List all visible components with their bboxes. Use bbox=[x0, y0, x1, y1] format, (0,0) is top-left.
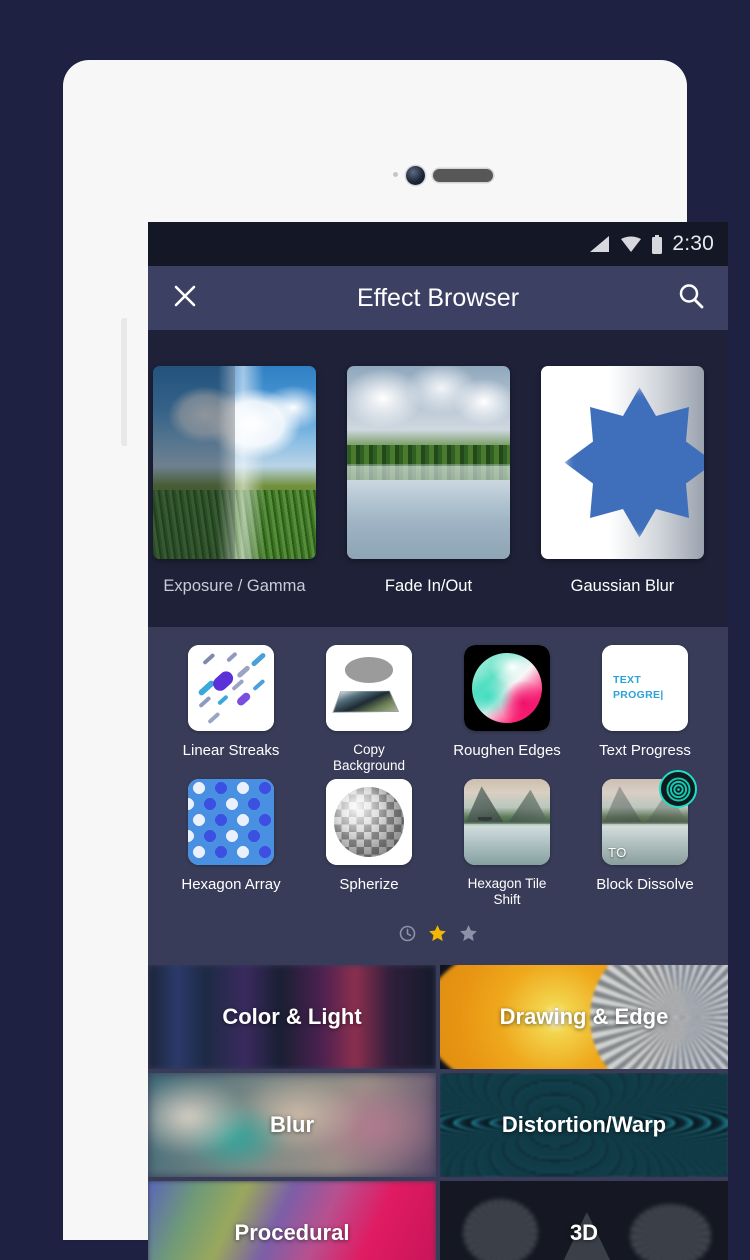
carousel-item-fade-in-out[interactable]: Fade In/Out bbox=[347, 366, 510, 596]
effect-item-roughen-edges[interactable]: Roughen Edges bbox=[445, 645, 569, 773]
exposure-gamma-preview-image bbox=[153, 366, 316, 559]
category-tile-3d[interactable]: 3D bbox=[440, 1180, 728, 1260]
effect-thumbnail[interactable] bbox=[326, 645, 412, 731]
category-tile-distortion-warp[interactable]: Distortion/Warp bbox=[440, 1072, 728, 1177]
category-tile-label: 3D bbox=[569, 1219, 599, 1245]
front-camera-icon bbox=[406, 166, 425, 185]
text-progress-icon: TEXT PROGRE| bbox=[602, 645, 688, 731]
carousel-thumbnail[interactable] bbox=[347, 366, 510, 559]
carousel-thumbnail[interactable] bbox=[541, 366, 704, 559]
effect-item-block-dissolve[interactable]: TO Block Dissolve bbox=[583, 770, 707, 907]
volume-button[interactable] bbox=[121, 318, 127, 446]
effect-grid-row: Linear Streaks Copy Background Roughen E… bbox=[148, 645, 728, 773]
close-icon[interactable] bbox=[170, 281, 200, 316]
copy-background-icon bbox=[326, 645, 412, 731]
phone-screen: 2:30 Effect Browser Exposure / Gamma Fad… bbox=[148, 222, 728, 1260]
status-bar: 2:30 bbox=[148, 222, 728, 266]
page-indicator bbox=[148, 914, 728, 959]
effect-item-hexagon-tile-shift[interactable]: Hexagon Tile Shift bbox=[445, 779, 569, 907]
favorites-tab-star-filled-icon[interactable] bbox=[428, 924, 447, 943]
earpiece-speaker-icon bbox=[433, 169, 493, 182]
all-tab-star-outline-icon[interactable] bbox=[459, 924, 478, 943]
effect-thumbnail[interactable] bbox=[188, 645, 274, 731]
effect-item-label: Block Dissolve bbox=[596, 876, 694, 894]
category-tile-label: Drawing & Edge bbox=[499, 1003, 669, 1029]
effect-grid-row: Hexagon Array Spherize Hexagon Tile Shif… bbox=[148, 770, 728, 907]
effect-item-label: Roughen Edges bbox=[453, 742, 561, 759]
app-bar: Effect Browser bbox=[148, 266, 728, 330]
effect-thumbnail[interactable]: TEXT PROGRE| bbox=[602, 645, 688, 731]
category-tile-color-and-light[interactable]: Color & Light bbox=[148, 964, 436, 1069]
category-tile-label: Blur bbox=[270, 1111, 314, 1137]
category-tile-procedural[interactable]: Procedural bbox=[148, 1180, 436, 1260]
proximity-sensor-icon bbox=[393, 172, 398, 177]
effect-thumbnail[interactable] bbox=[464, 645, 550, 731]
category-row: Blur Distortion/Warp bbox=[148, 1072, 728, 1177]
text-progress-line1: TEXT bbox=[613, 673, 642, 686]
carousel-item-exposure-gamma[interactable]: Exposure / Gamma bbox=[153, 366, 316, 596]
category-tile-label: Distortion/Warp bbox=[501, 1111, 667, 1137]
recent-tab-clock-icon[interactable] bbox=[399, 925, 416, 942]
carousel-item-gaussian-blur[interactable]: Gaussian Blur bbox=[541, 366, 704, 596]
text-progress-line2: PROGRE| bbox=[613, 688, 688, 703]
effect-item-text-progress[interactable]: TEXT PROGRE| Text Progress bbox=[583, 645, 707, 773]
category-tile-blur[interactable]: Blur bbox=[148, 1072, 436, 1177]
text-progress-line2-text: PROGRE bbox=[613, 689, 661, 701]
effect-item-copy-background[interactable]: Copy Background bbox=[307, 645, 431, 773]
wifi-icon bbox=[621, 236, 642, 252]
signal-icon bbox=[590, 236, 610, 252]
category-tile-label: Procedural bbox=[234, 1219, 350, 1245]
page-title: Effect Browser bbox=[356, 283, 520, 312]
effect-item-hexagon-array[interactable]: Hexagon Array bbox=[169, 779, 293, 907]
roughen-edges-icon bbox=[464, 645, 550, 731]
effect-item-label: Hexagon Array bbox=[181, 876, 281, 894]
effect-item-label: Linear Streaks bbox=[182, 742, 280, 759]
effect-item-linear-streaks[interactable]: Linear Streaks bbox=[169, 645, 293, 773]
category-tile-drawing-and-edge[interactable]: Drawing & Edge bbox=[440, 964, 728, 1069]
effect-item-label: Spherize bbox=[339, 876, 399, 894]
category-tile-label: Color & Light bbox=[222, 1003, 362, 1029]
fade-in-out-preview-image bbox=[347, 366, 510, 559]
effect-thumbnail[interactable]: TO bbox=[602, 770, 697, 866]
gaussian-blur-preview-image bbox=[541, 366, 704, 559]
linear-streaks-icon bbox=[188, 645, 274, 731]
featured-effects-carousel[interactable]: Exposure / Gamma Fade In/Out Gaussian Bl… bbox=[148, 330, 728, 627]
text-caret-icon: | bbox=[660, 689, 664, 701]
rings-badge-icon bbox=[659, 770, 697, 809]
hexagon-array-icon bbox=[188, 779, 274, 866]
effect-item-label: Text Progress bbox=[599, 742, 691, 759]
status-bar-clock: 2:30 bbox=[672, 232, 714, 255]
effect-thumbnail[interactable] bbox=[326, 779, 412, 866]
category-list: Color & Light Drawing & Edge Blur Distor… bbox=[148, 964, 728, 1260]
carousel-track[interactable]: Exposure / Gamma Fade In/Out Gaussian Bl… bbox=[148, 330, 728, 596]
effect-grid: Linear Streaks Copy Background Roughen E… bbox=[148, 627, 728, 965]
search-icon[interactable] bbox=[676, 281, 706, 316]
hexagon-tile-shift-icon bbox=[464, 779, 550, 866]
category-row: Color & Light Drawing & Edge bbox=[148, 964, 728, 1069]
effect-item-label: Copy Background bbox=[332, 742, 406, 773]
battery-icon bbox=[652, 234, 663, 254]
block-dissolve-overlay-text: TO bbox=[608, 845, 627, 861]
carousel-item-label: Fade In/Out bbox=[384, 577, 473, 595]
category-row: Procedural 3D bbox=[148, 1180, 728, 1260]
carousel-item-label: Gaussian Blur bbox=[570, 577, 675, 595]
spherize-icon bbox=[326, 779, 412, 866]
phone-device-frame: 2:30 Effect Browser Exposure / Gamma Fad… bbox=[63, 60, 728, 1260]
effect-item-spherize[interactable]: Spherize bbox=[307, 779, 431, 907]
effect-thumbnail[interactable] bbox=[464, 779, 550, 866]
effect-thumbnail[interactable] bbox=[188, 779, 274, 866]
carousel-item-label: Exposure / Gamma bbox=[163, 577, 306, 595]
effect-item-label: Hexagon Tile Shift bbox=[467, 876, 547, 907]
carousel-thumbnail[interactable] bbox=[153, 366, 316, 559]
